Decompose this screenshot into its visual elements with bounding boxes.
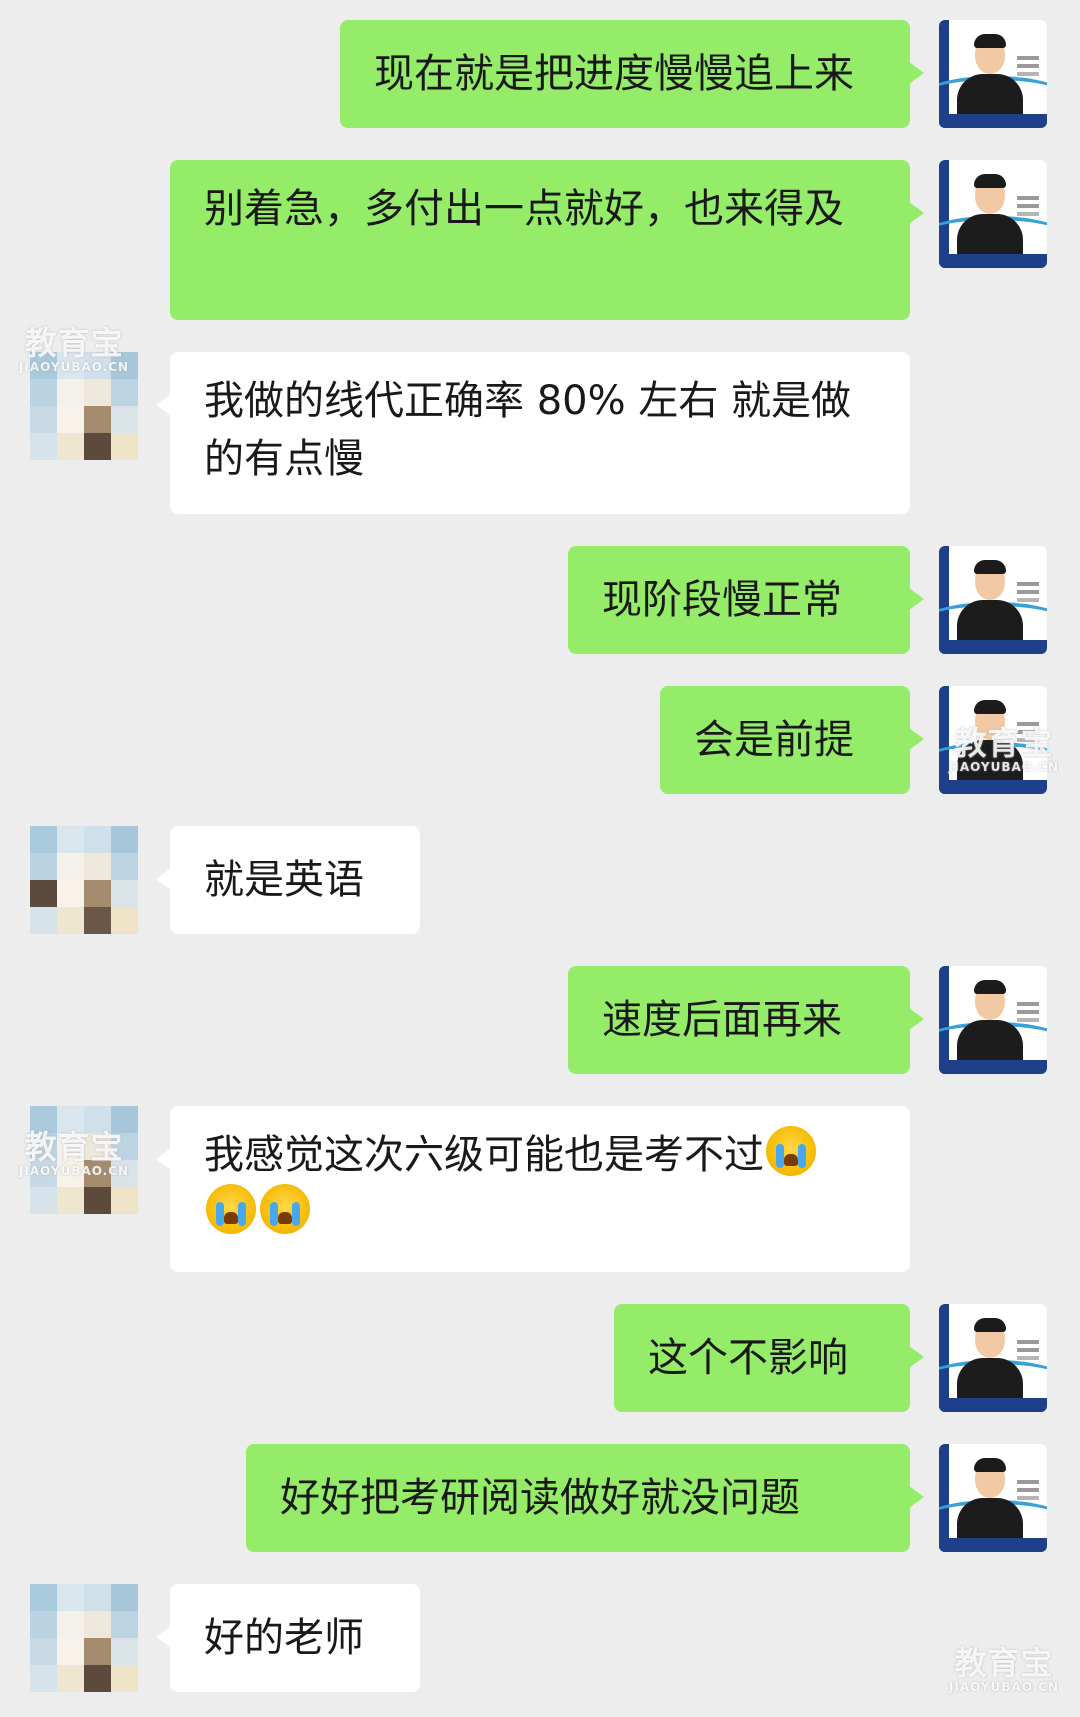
loudly-crying-face-icon bbox=[206, 1184, 256, 1234]
message-text: 现在就是把进度慢慢追上来 bbox=[374, 51, 854, 97]
message-text: 这个不影响 bbox=[648, 1335, 848, 1381]
sent-message-bubble[interactable]: 这个不影响 bbox=[614, 1304, 924, 1412]
student-avatar[interactable] bbox=[30, 352, 138, 460]
message-row: 现阶段慢正常 bbox=[0, 546, 1080, 654]
message-text: 别着急，多付出一点就好，也来得及 bbox=[204, 186, 844, 232]
message-row: 就是英语 bbox=[0, 826, 1080, 934]
message-text: 现阶段慢正常 bbox=[602, 577, 842, 623]
received-message-bubble[interactable]: 我做的线代正确率 80% 左右 就是做的有点慢 bbox=[156, 352, 910, 514]
teacher-avatar[interactable] bbox=[939, 1444, 1047, 1552]
message-text: 我做的线代正确率 80% 左右 就是做的有点慢 bbox=[204, 378, 852, 482]
sent-message-bubble[interactable]: 现在就是把进度慢慢追上来 bbox=[340, 20, 924, 128]
loudly-crying-face-icon bbox=[766, 1126, 816, 1176]
sent-message-bubble[interactable]: 好好把考研阅读做好就没问题 bbox=[246, 1444, 924, 1552]
student-avatar[interactable] bbox=[30, 1584, 138, 1692]
teacher-avatar[interactable] bbox=[939, 20, 1047, 128]
student-avatar[interactable] bbox=[30, 826, 138, 934]
teacher-avatar[interactable] bbox=[939, 1304, 1047, 1412]
message-text: 会是前提 bbox=[694, 717, 854, 763]
message-text: 好的老师 bbox=[204, 1615, 364, 1661]
message-text: 就是英语 bbox=[204, 857, 364, 903]
received-message-bubble[interactable]: 就是英语 bbox=[156, 826, 420, 934]
sent-message-bubble[interactable]: 别着急，多付出一点就好，也来得及 bbox=[170, 160, 924, 320]
student-avatar[interactable] bbox=[30, 1106, 138, 1214]
message-row: 我感觉这次六级可能也是考不过 bbox=[0, 1106, 1080, 1272]
teacher-avatar[interactable] bbox=[939, 160, 1047, 268]
sent-message-bubble[interactable]: 速度后面再来 bbox=[568, 966, 924, 1074]
message-row: 现在就是把进度慢慢追上来 bbox=[0, 20, 1080, 128]
sent-message-bubble[interactable]: 会是前提 bbox=[660, 686, 924, 794]
message-row: 别着急，多付出一点就好，也来得及 bbox=[0, 160, 1080, 320]
message-text: 好好把考研阅读做好就没问题 bbox=[280, 1475, 800, 1521]
message-row: 好好把考研阅读做好就没问题 bbox=[0, 1444, 1080, 1552]
received-message-bubble[interactable]: 我感觉这次六级可能也是考不过 bbox=[156, 1106, 910, 1272]
teacher-avatar[interactable] bbox=[939, 546, 1047, 654]
teacher-avatar[interactable] bbox=[939, 966, 1047, 1074]
message-text: 速度后面再来 bbox=[602, 997, 842, 1043]
loudly-crying-face-icon bbox=[260, 1184, 310, 1234]
message-row: 这个不影响 bbox=[0, 1304, 1080, 1412]
message-row: 会是前提 bbox=[0, 686, 1080, 794]
message-row: 速度后面再来 bbox=[0, 966, 1080, 1074]
message-row: 我做的线代正确率 80% 左右 就是做的有点慢 bbox=[0, 352, 1080, 514]
teacher-avatar[interactable] bbox=[939, 686, 1047, 794]
received-message-bubble[interactable]: 好的老师 bbox=[156, 1584, 420, 1692]
message-text: 我感觉这次六级可能也是考不过 bbox=[204, 1132, 764, 1178]
message-row: 好的老师 bbox=[0, 1584, 1080, 1692]
sent-message-bubble[interactable]: 现阶段慢正常 bbox=[568, 546, 924, 654]
